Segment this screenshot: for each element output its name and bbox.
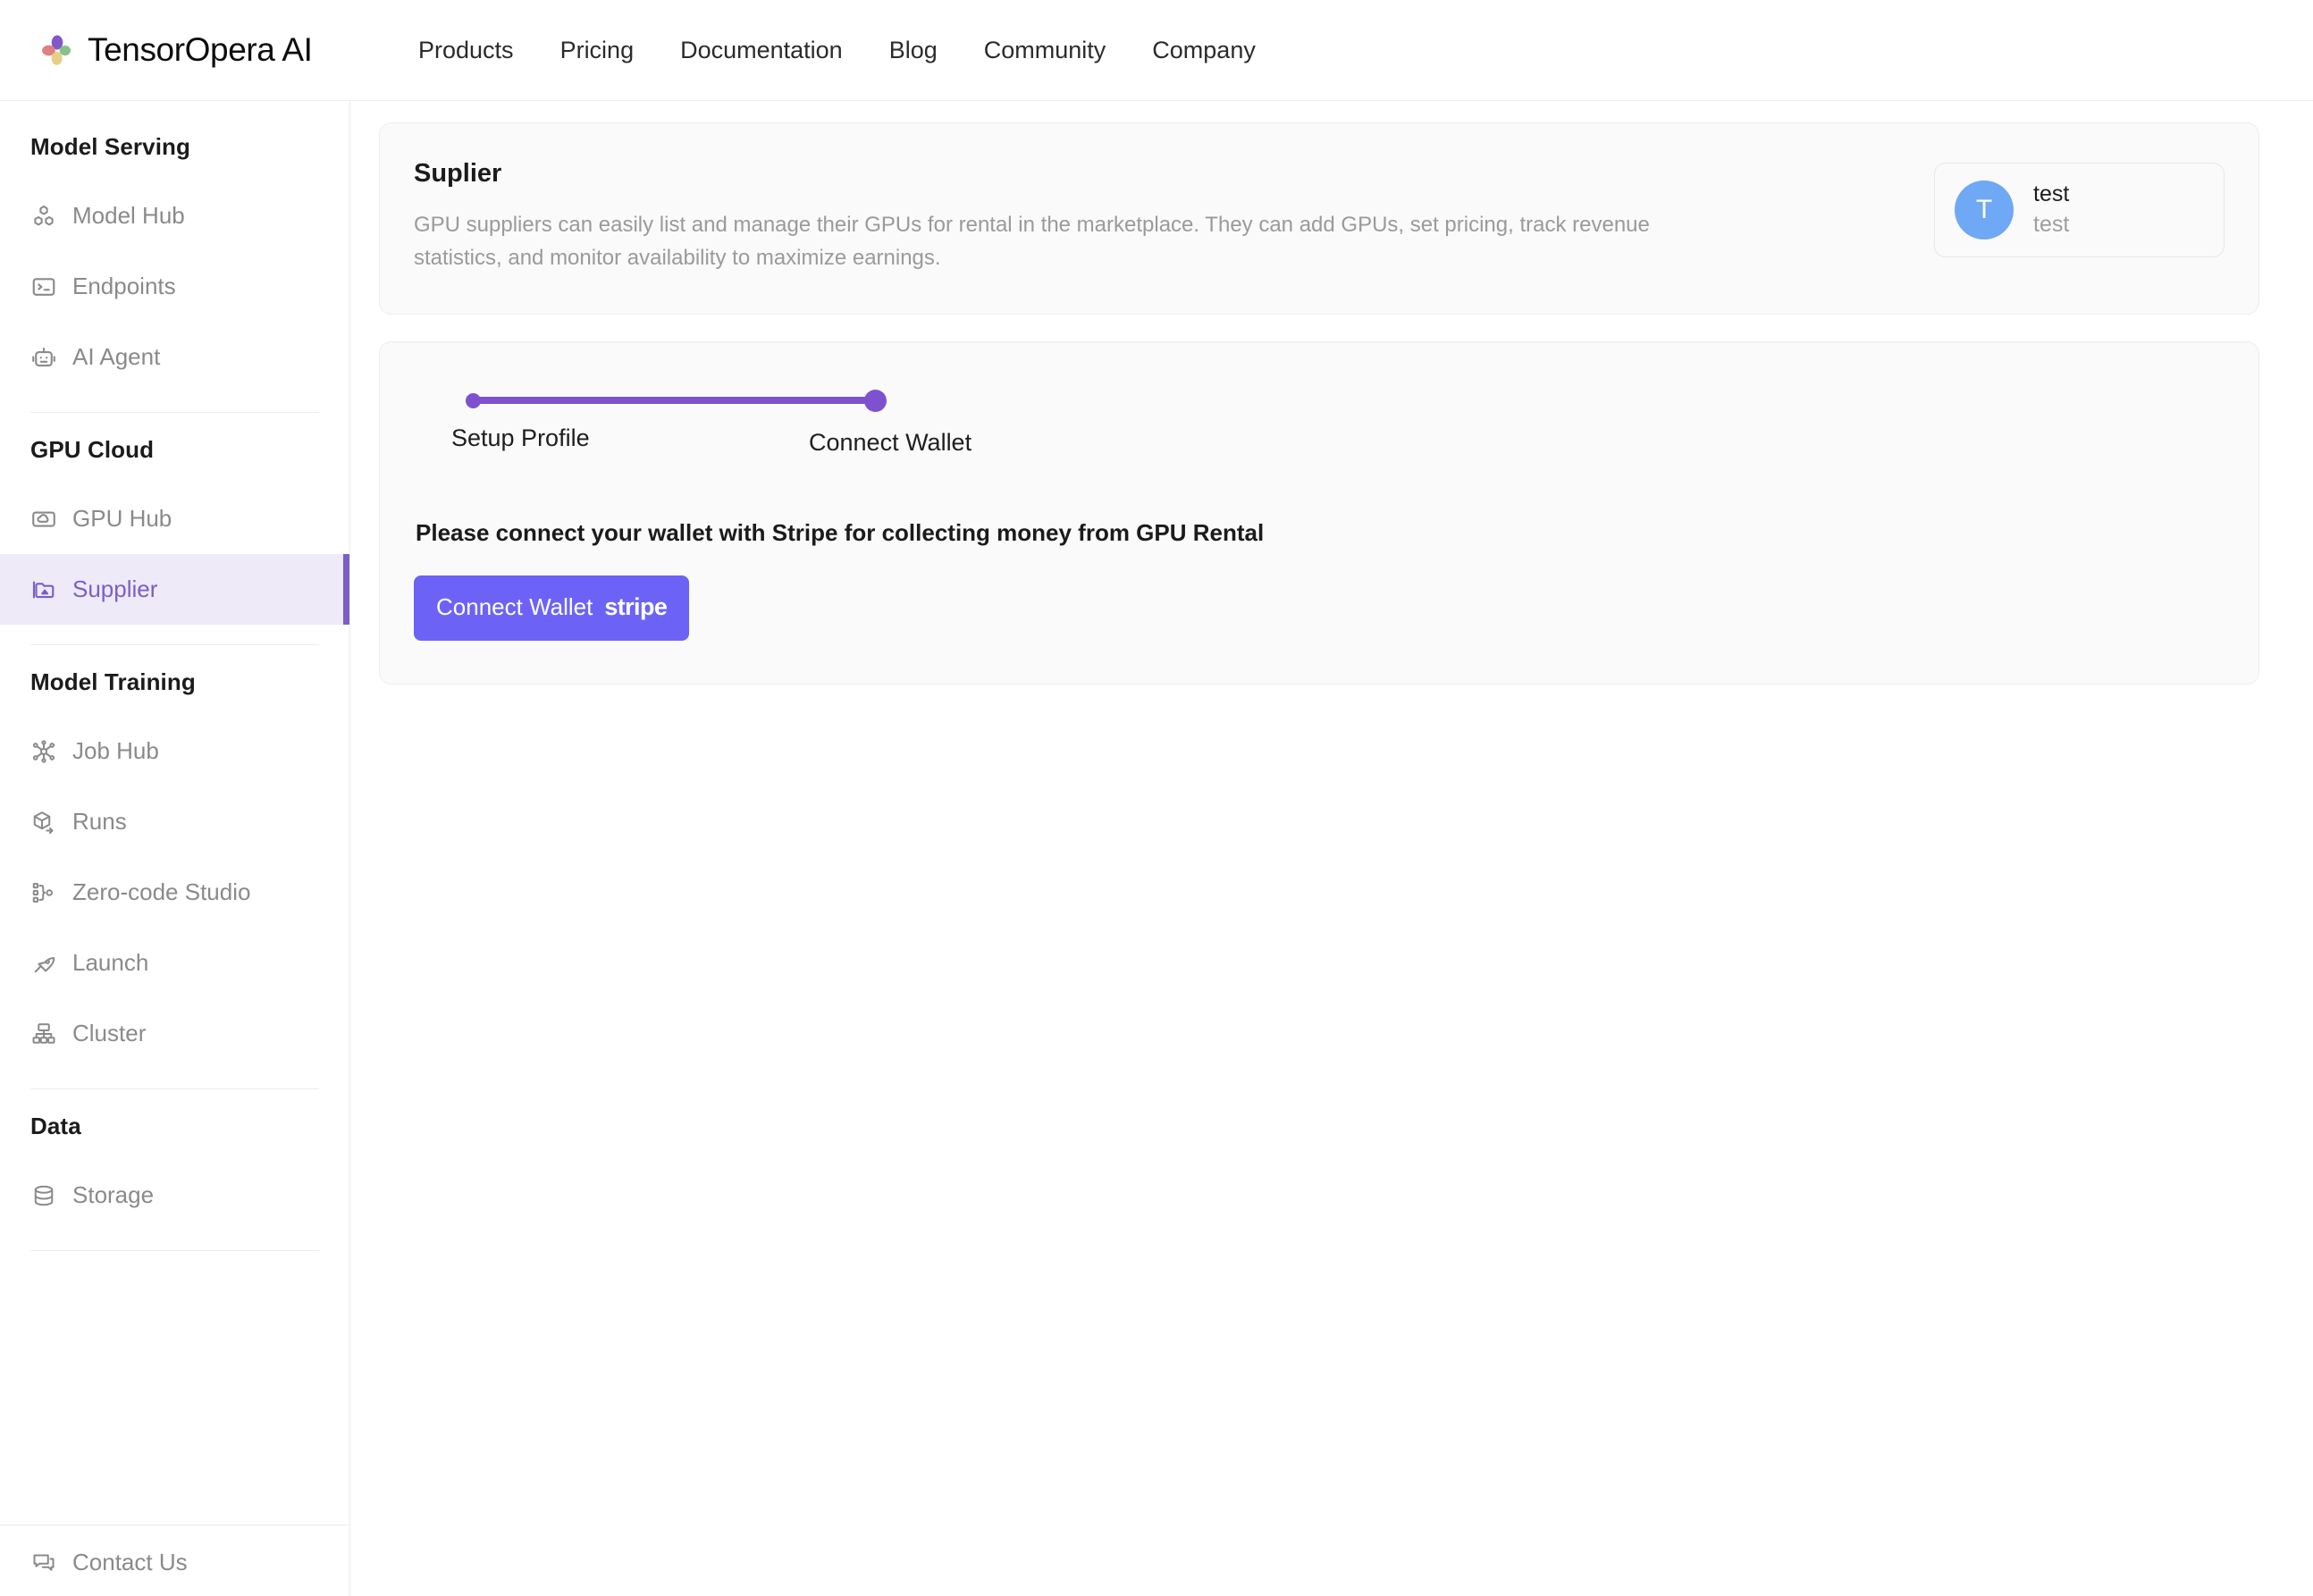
user-subtitle: test <box>2033 211 2070 237</box>
sidebar-item-label: Endpoints <box>72 273 176 299</box>
folder-copy-icon <box>30 576 57 603</box>
stepper-dot-setup-profile[interactable] <box>466 393 481 409</box>
sidebar-item-runs[interactable]: Runs <box>0 786 349 857</box>
sidebar-item-supplier[interactable]: Supplier <box>0 554 349 625</box>
main-nav: Products Pricing Documentation Blog Comm… <box>395 28 1279 73</box>
stepper-label-connect-wallet: Connect Wallet <box>809 429 972 457</box>
top-navigation-bar: TensorOpera AI Products Pricing Document… <box>0 0 2313 101</box>
sidebar-item-job-hub[interactable]: Job Hub <box>0 716 349 786</box>
boxes-icon <box>30 203 57 230</box>
sidebar-footer-label: Contact Us <box>72 1549 188 1575</box>
nav-item-documentation[interactable]: Documentation <box>657 28 866 73</box>
sidebar: Model Serving Model Hub Endpoints AI Age… <box>0 101 350 1596</box>
sidebar-footer: Contact Us <box>0 1525 349 1596</box>
avatar: T <box>1955 180 2014 239</box>
sidebar-item-label: Job Hub <box>72 737 159 764</box>
nav-item-community[interactable]: Community <box>961 28 1130 73</box>
four-petal-flower-logo-icon <box>39 32 75 68</box>
sidebar-item-label: AI Agent <box>72 343 161 370</box>
stepper-dot-connect-wallet[interactable] <box>864 390 887 413</box>
main-content: Suplier GPU suppliers can easily list an… <box>350 101 2313 1596</box>
page-title: Suplier <box>414 159 502 188</box>
user-name: test <box>2033 181 2070 206</box>
body-layout: Model Serving Model Hub Endpoints AI Age… <box>0 101 2313 1596</box>
stepper-track: Setup Profile Connect Wallet <box>451 378 1256 456</box>
connect-wallet-card: Setup Profile Connect Wallet Please conn… <box>379 341 2259 685</box>
stepper-label-setup-profile: Setup Profile <box>451 424 590 452</box>
connect-wallet-stripe-button[interactable]: Connect Wallet stripe <box>414 575 690 642</box>
sidebar-item-label: Model Hub <box>72 202 185 229</box>
app-root: TensorOpera AI Products Pricing Document… <box>0 0 2313 1596</box>
sidebar-item-model-hub[interactable]: Model Hub <box>0 181 349 251</box>
robot-icon <box>30 344 57 371</box>
sidebar-item-label: Supplier <box>72 575 158 602</box>
flow-branch-icon <box>30 879 57 906</box>
sidebar-item-label: Storage <box>72 1181 155 1208</box>
sidebar-group-title-gpu-cloud: GPU Cloud <box>30 436 155 463</box>
terminal-icon <box>30 273 57 300</box>
user-profile-card[interactable]: T test test <box>1934 163 2225 257</box>
onboarding-stepper: Setup Profile Connect Wallet <box>414 378 2225 494</box>
sidebar-item-contact-us[interactable]: Contact Us <box>0 1549 349 1576</box>
user-text-group: test test <box>2033 180 2069 240</box>
sidebar-item-label: GPU Hub <box>72 505 172 532</box>
sidebar-item-zero-code-studio[interactable]: Zero-code Studio <box>0 857 349 928</box>
sidebar-item-label: Zero-code Studio <box>72 878 251 905</box>
cluster-hierarchy-icon <box>30 1021 57 1047</box>
rocket-icon <box>30 950 57 977</box>
sidebar-item-label: Launch <box>72 949 149 976</box>
sidebar-scroll-area: Model Serving Model Hub Endpoints AI Age… <box>0 101 349 1525</box>
sidebar-item-label: Cluster <box>72 1020 147 1046</box>
nav-item-blog[interactable]: Blog <box>866 28 961 73</box>
supplier-header-inner: Suplier GPU suppliers can easily list an… <box>380 123 2258 314</box>
cube-arrow-icon <box>30 809 57 836</box>
sidebar-item-label: Runs <box>72 808 127 835</box>
page-description: GPU suppliers can easily list and manage… <box>414 213 1650 271</box>
stripe-wordmark: stripe <box>604 593 668 621</box>
database-icon <box>30 1182 57 1209</box>
stepper-progress-line <box>475 397 874 405</box>
sidebar-item-ai-agent[interactable]: AI Agent <box>0 322 349 392</box>
sidebar-group-title-model-training: Model Training <box>30 668 196 695</box>
connect-wallet-button-label: Connect Wallet <box>436 593 593 621</box>
sidebar-item-cluster[interactable]: Cluster <box>0 998 349 1069</box>
sidebar-item-launch[interactable]: Launch <box>0 928 349 998</box>
network-nodes-icon <box>30 738 57 765</box>
sidebar-item-gpu-hub[interactable]: GPU Hub <box>0 483 349 554</box>
supplier-header-text: Suplier GPU suppliers can easily list an… <box>414 159 1934 274</box>
nav-item-products[interactable]: Products <box>395 28 537 73</box>
active-indicator-bar <box>343 554 349 625</box>
brand-logo-group[interactable]: TensorOpera AI <box>39 31 350 69</box>
connect-wallet-prompt: Please connect your wallet with Stripe f… <box>416 519 1265 547</box>
sidebar-item-storage[interactable]: Storage <box>0 1160 349 1231</box>
sidebar-group-title-data: Data <box>30 1113 81 1139</box>
supplier-header-card: Suplier GPU suppliers can easily list an… <box>379 122 2259 315</box>
sidebar-group-title-model-serving: Model Serving <box>30 133 190 160</box>
sidebar-divider-4 <box>30 1250 319 1251</box>
sidebar-item-endpoints[interactable]: Endpoints <box>0 251 349 322</box>
brand-name: TensorOpera AI <box>88 31 313 68</box>
cloud-card-icon <box>30 506 57 533</box>
chat-bubble-icon <box>30 1550 57 1576</box>
nav-item-pricing[interactable]: Pricing <box>537 28 658 73</box>
nav-item-company[interactable]: Company <box>1129 28 1279 73</box>
